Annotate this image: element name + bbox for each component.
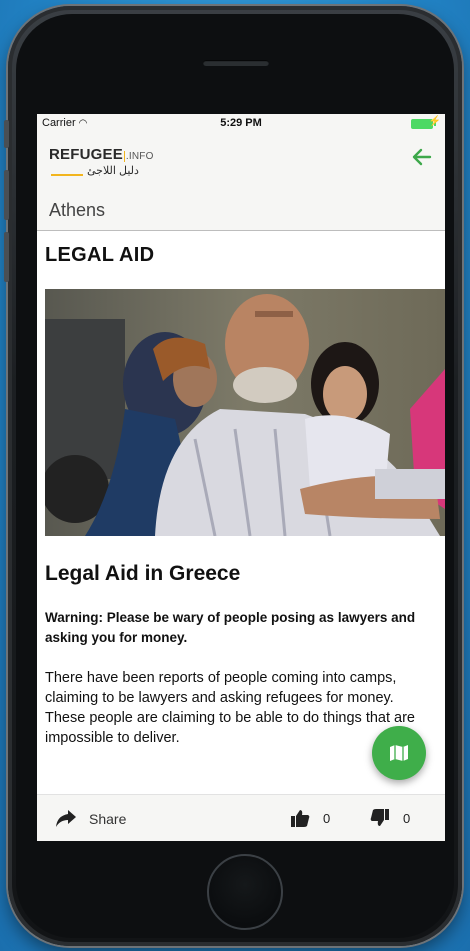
earpiece-speaker: [203, 60, 269, 66]
article-title: Legal Aid in Greece: [45, 562, 241, 585]
location-bar[interactable]: Athens: [37, 188, 445, 231]
page-title: LEGAL AID: [45, 244, 155, 266]
thumbs-down-icon[interactable]: [370, 808, 390, 828]
like-count: 0: [323, 811, 331, 826]
volume-down-button[interactable]: [4, 232, 9, 282]
app-header: REFUGEE .INFO دليل اللاجئ: [37, 132, 445, 188]
mute-switch[interactable]: [4, 120, 9, 148]
map-button[interactable]: [372, 726, 426, 780]
charging-icon: ⚡: [428, 116, 441, 127]
article-content: LEGAL AID Legal Aid in Greece Warning: P…: [37, 232, 445, 792]
logo-underline: [51, 174, 83, 176]
volume-up-button[interactable]: [4, 170, 9, 220]
status-bar: Carrier ◠ 5:29 PM ⚡: [37, 114, 445, 132]
hero-photo: [45, 289, 445, 536]
map-icon: [390, 745, 408, 761]
screen: Carrier ◠ 5:29 PM ⚡ REFUGEE .INFO دليل الل…: [37, 114, 445, 841]
share-button[interactable]: Share: [89, 811, 126, 827]
warning-text: Warning: Please be wary of people posing…: [45, 610, 416, 645]
refugee-info-logo[interactable]: REFUGEE .INFO: [49, 146, 154, 163]
dislike-count: 0: [403, 811, 411, 826]
home-button[interactable]: [207, 854, 283, 930]
action-bar: Share 0 0: [37, 794, 445, 841]
logo-arabic-text: دليل اللاجئ: [87, 165, 139, 177]
back-arrow-icon[interactable]: [411, 146, 433, 168]
status-time: 5:29 PM: [220, 117, 262, 129]
thumbs-up-icon[interactable]: [290, 808, 310, 828]
share-icon[interactable]: [55, 808, 77, 828]
location-label: Athens: [49, 200, 106, 220]
